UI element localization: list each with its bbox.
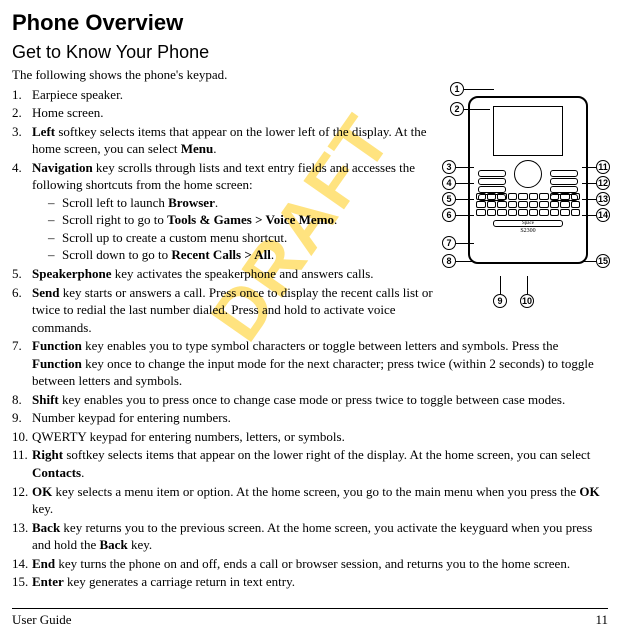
callout-10: 10 [520, 294, 534, 308]
list-item: Home screen. [12, 104, 437, 122]
page-title: Phone Overview [12, 8, 608, 38]
list-item: Speakerphone key activates the speakerph… [12, 265, 437, 283]
callout-2: 2 [450, 102, 464, 116]
phone-spacebar: Space [493, 220, 563, 227]
phone-diagram: Space S2300 1 2 3 4 5 6 7 8 9 10 11 12 1… [448, 76, 608, 326]
callout-14: 14 [596, 208, 610, 222]
sub-list-item: Scroll right to go to Tools & Games > Vo… [48, 211, 437, 229]
callout-5: 5 [442, 192, 456, 206]
callout-3: 3 [442, 160, 456, 174]
section-subtitle: Get to Know Your Phone [12, 40, 608, 64]
phone-screen [493, 106, 563, 156]
callout-9: 9 [493, 294, 507, 308]
phone-model-label: S2300 [470, 227, 586, 235]
sub-list-item: Scroll left to launch Browser. [48, 194, 437, 212]
footer-left: User Guide [12, 611, 72, 629]
list-item: Left softkey selects items that appear o… [12, 123, 437, 158]
phone-dpad [514, 160, 542, 188]
list-item: QWERTY keypad for entering numbers, lett… [12, 428, 608, 446]
callout-12: 12 [596, 176, 610, 190]
list-item: Navigation key scrolls through lists and… [12, 159, 437, 264]
phone-right-buttons [550, 170, 578, 201]
callout-11: 11 [596, 160, 610, 174]
footer-page-number: 11 [595, 611, 608, 629]
list-item: Shift key enables you to press once to c… [12, 391, 608, 409]
page-footer: User Guide 11 [12, 608, 608, 629]
sub-list: Scroll left to launch Browser. Scroll ri… [32, 194, 437, 264]
list-item: End key turns the phone on and off, ends… [12, 555, 608, 573]
callout-8: 8 [442, 254, 456, 268]
list-item: Number keypad for entering numbers. [12, 409, 608, 427]
callout-1: 1 [450, 82, 464, 96]
callout-4: 4 [442, 176, 456, 190]
phone-left-buttons [478, 170, 506, 201]
callout-7: 7 [442, 236, 456, 250]
list-item: Right softkey selects items that appear … [12, 446, 608, 481]
list-item: Earpiece speaker. [12, 86, 437, 104]
list-item: Function key enables you to type symbol … [12, 337, 608, 390]
callout-15: 15 [596, 254, 610, 268]
list-item: Send key starts or answers a call. Press… [12, 284, 437, 337]
sub-list-item: Scroll up to create a custom menu shortc… [48, 229, 437, 247]
list-item: Enter key generates a carriage return in… [12, 573, 608, 591]
phone-body: Space S2300 [468, 96, 588, 264]
callout-13: 13 [596, 192, 610, 206]
list-item: OK key selects a menu item or option. At… [12, 483, 608, 518]
sub-list-item: Scroll down to go to Recent Calls > All. [48, 246, 437, 264]
list-item: Back key returns you to the previous scr… [12, 519, 608, 554]
callout-6: 6 [442, 208, 456, 222]
